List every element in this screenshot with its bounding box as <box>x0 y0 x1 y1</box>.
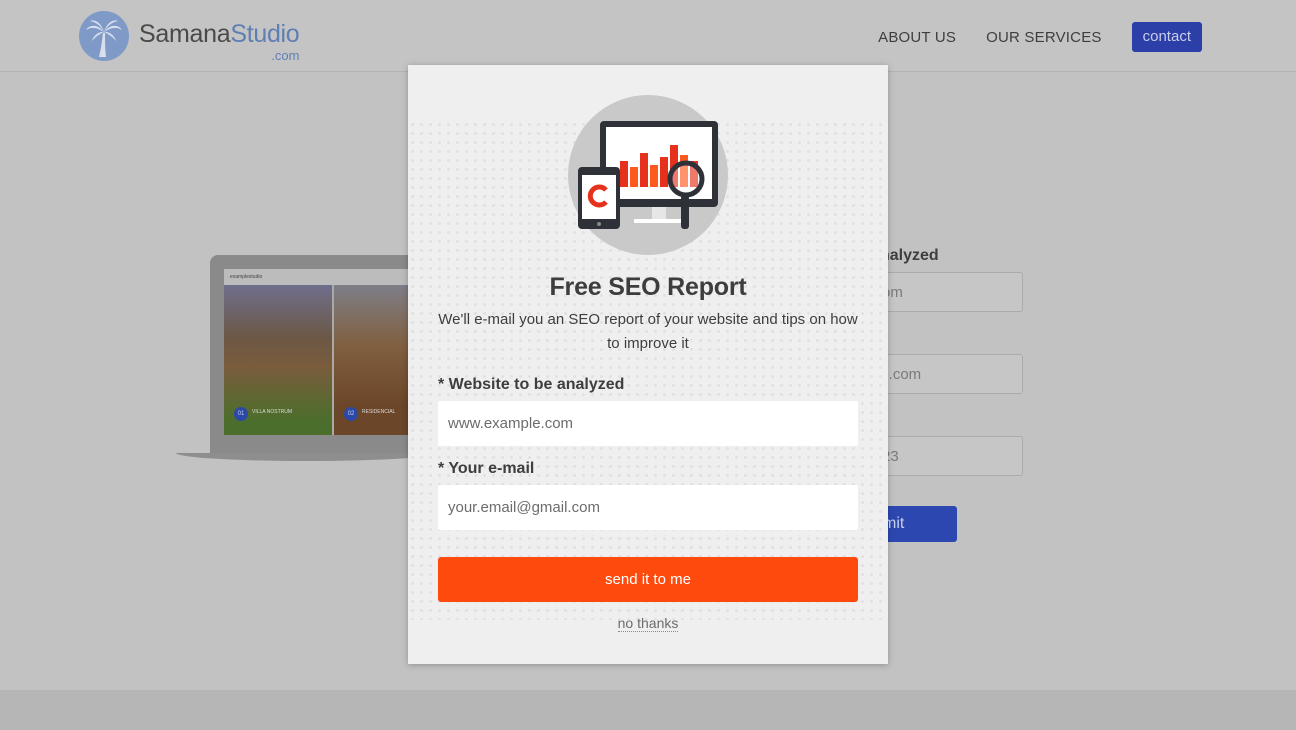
website-input[interactable] <box>438 401 858 446</box>
nav-about-us[interactable]: ABOUT US <box>878 29 956 46</box>
email-input[interactable] <box>438 485 858 530</box>
nav-contact-button[interactable]: contact <box>1131 22 1202 52</box>
logo-word-studio: Studio <box>230 19 300 48</box>
site-logo[interactable]: SamanaStudio .com <box>79 11 300 62</box>
website-field-label: * Website to be analyzed <box>438 376 625 393</box>
screen-item-caption: VILLA NOSTRUM <box>252 409 293 415</box>
no-thanks-link[interactable]: no thanks <box>617 615 679 632</box>
palm-tree-logo-icon <box>79 11 129 61</box>
seo-report-modal: Free SEO Report We'll e-mail you an SEO … <box>408 65 888 664</box>
modal-title: Free SEO Report <box>549 273 747 301</box>
laptop-mockup: examplestudio 01 VILLA NOSTRUM 02 RESIDE… <box>176 255 444 465</box>
laptop-base <box>176 453 438 461</box>
nav-our-services[interactable]: OUR SERVICES <box>986 29 1102 46</box>
email-field-label: * Your e-mail <box>438 460 535 477</box>
screen-item-number: 02 <box>344 407 358 421</box>
site-header: SamanaStudio .com ABOUT US OUR SERVICES … <box>0 0 1296 72</box>
logo-wordmark: SamanaStudio .com <box>139 19 300 62</box>
seo-monitor-icon <box>568 95 728 255</box>
no-thanks-container: no thanks <box>408 615 888 632</box>
bg-website-label: nalyzed <box>880 247 939 264</box>
screen-item-caption: RESIDENCIAL <box>362 409 396 415</box>
modal-subtitle: We'll e-mail you an SEO report of your w… <box>438 311 858 352</box>
send-it-to-me-button[interactable]: send it to me <box>438 557 858 602</box>
logo-word-samana: Samana <box>139 19 231 48</box>
main-nav: ABOUT US OUR SERVICES contact <box>848 22 1202 52</box>
screen-photo-villa: 01 VILLA NOSTRUM <box>224 285 332 435</box>
logo-domain: .com <box>271 47 300 63</box>
screen-item-number: 01 <box>234 407 248 421</box>
footer-strip <box>0 690 1296 730</box>
